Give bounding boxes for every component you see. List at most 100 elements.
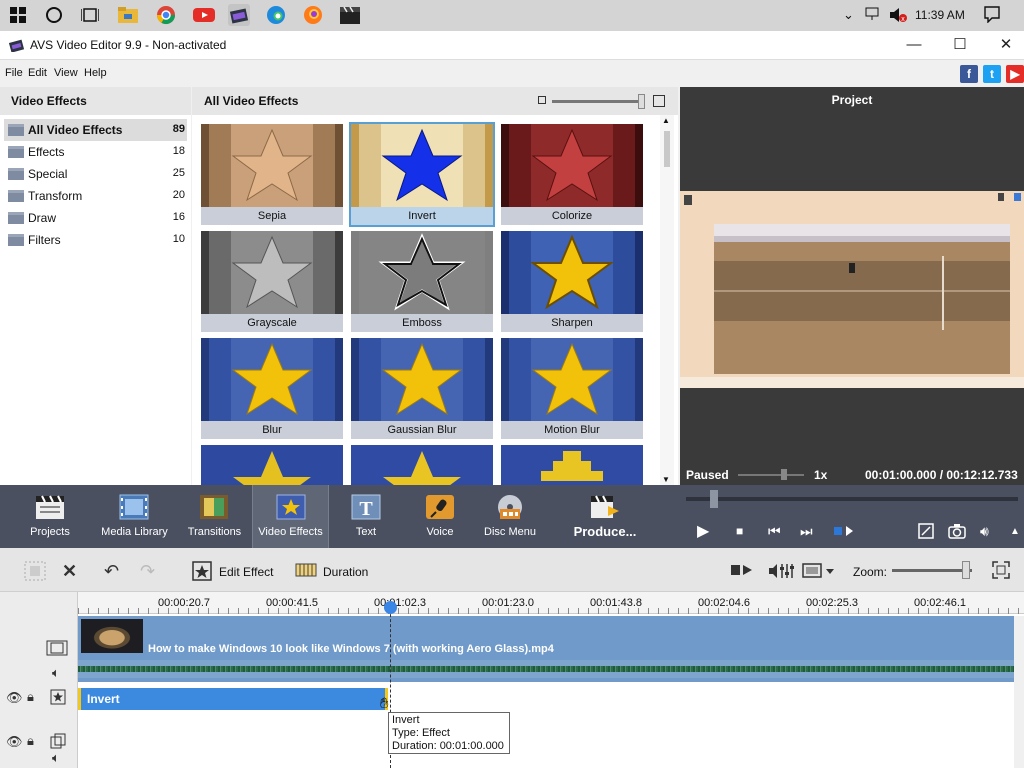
effects-grid-scroll-thumb[interactable]: [664, 131, 670, 167]
text-button[interactable]: T Text: [331, 485, 401, 548]
fullscreen-icon[interactable]: [918, 523, 934, 542]
menu-view[interactable]: View: [54, 67, 78, 79]
category-transform[interactable]: Transform 20: [4, 185, 187, 207]
playhead-handle[interactable]: [384, 601, 397, 614]
redo-icon[interactable]: ↷: [140, 561, 155, 582]
timeline-scrollbar[interactable]: [1014, 616, 1024, 768]
youtube-icon[interactable]: [193, 4, 215, 26]
edge-icon[interactable]: [265, 4, 287, 26]
effect-tile-mosaic[interactable]: [501, 445, 643, 485]
effects-grid-scrollbar[interactable]: ▲ ▼: [660, 115, 674, 485]
aspect-ratio-dropdown-icon[interactable]: [802, 561, 836, 586]
effect-tile-motion-blur[interactable]: Motion Blur: [501, 338, 643, 439]
effect-tile-emboss[interactable]: Emboss: [351, 231, 493, 332]
menu-help[interactable]: Help: [84, 67, 107, 79]
play-icon[interactable]: ▶: [697, 521, 709, 541]
effect-track-visibility-eye-icon[interactable]: 👁︎: [6, 690, 23, 706]
menu-file[interactable]: File: [5, 67, 23, 79]
split-mode-icon[interactable]: [834, 525, 854, 540]
firefox-icon[interactable]: [302, 4, 324, 26]
category-effects[interactable]: Effects 18: [4, 141, 187, 163]
ruler-time-label: 00:00:20.7: [158, 597, 210, 609]
overlay-audio-speaker-icon[interactable]: 🔈︎: [52, 750, 60, 766]
projects-button[interactable]: Projects: [0, 485, 100, 548]
preview-speed-slider[interactable]: [738, 474, 804, 476]
minimize-button[interactable]: —: [899, 35, 929, 55]
stop-icon[interactable]: ■: [736, 524, 743, 538]
next-frame-icon[interactable]: ⏭: [800, 523, 813, 540]
projects-label: Projects: [30, 526, 70, 538]
chrome-icon[interactable]: [155, 4, 177, 26]
effect-tile-blur[interactable]: Blur: [201, 338, 343, 439]
thumbnail-size-slider[interactable]: [552, 100, 644, 103]
notifications-icon[interactable]: [983, 5, 1001, 26]
small-thumbnails-icon[interactable]: [538, 96, 546, 104]
facebook-icon[interactable]: f: [960, 65, 978, 83]
large-thumbnails-icon[interactable]: [653, 95, 665, 107]
split-clip-icon[interactable]: [730, 561, 754, 584]
taskbar-clock[interactable]: 11:39 AM: [915, 8, 965, 22]
snapshot-camera-icon[interactable]: [948, 523, 966, 542]
overlay-track-visibility-eye-icon[interactable]: 👁︎: [6, 734, 23, 750]
scroll-down-icon[interactable]: ▼: [662, 475, 670, 484]
show-hidden-icons-chevron-icon[interactable]: ⌄: [843, 7, 854, 23]
task-view-icon[interactable]: [79, 4, 101, 26]
effect-tile-invert[interactable]: Invert: [349, 122, 495, 227]
thumbnail-size-slider-thumb[interactable]: [638, 94, 645, 109]
effect-tile-diffuse[interactable]: [351, 445, 493, 485]
effect-tile-gaussian-blur[interactable]: Gaussian Blur: [351, 338, 493, 439]
category-all-video-effects[interactable]: All Video Effects 89: [4, 119, 187, 141]
network-icon[interactable]: [865, 7, 881, 24]
audio-mixer-icon[interactable]: [768, 561, 794, 586]
maximize-button[interactable]: ☐: [945, 35, 975, 55]
scroll-up-icon[interactable]: ▲: [662, 116, 670, 125]
produce-button[interactable]: Produce...: [565, 485, 645, 548]
previous-frame-icon[interactable]: ⏮: [768, 523, 781, 540]
windows-start-icon[interactable]: [7, 4, 29, 26]
seek-bar[interactable]: [686, 497, 1018, 501]
menu-edit[interactable]: Edit: [28, 67, 47, 79]
effect-tile-sharpen[interactable]: Sharpen: [501, 231, 643, 332]
preview-speed-slider-thumb[interactable]: [781, 469, 787, 480]
edit-effect-icon[interactable]: [192, 561, 212, 586]
undo-icon[interactable]: ↶: [104, 561, 119, 582]
video-effects-button[interactable]: Video Effects: [252, 485, 329, 548]
twitter-icon[interactable]: t: [983, 65, 1001, 83]
voice-button[interactable]: Voice: [405, 485, 475, 548]
effect-tile-grayscale[interactable]: Grayscale: [201, 231, 343, 332]
avs-video-editor-icon[interactable]: [228, 4, 250, 26]
audio-speaker-icon[interactable]: 🔈︎: [52, 665, 60, 681]
invert-star-thumbnail: [351, 124, 493, 207]
disc-menu-button[interactable]: Disc Menu: [475, 485, 545, 548]
overlay-track-lock-icon[interactable]: 🔒︎: [27, 733, 34, 749]
category-special[interactable]: Special 25: [4, 163, 187, 185]
youtube-social-icon[interactable]: ▶: [1006, 65, 1024, 83]
transitions-button[interactable]: Transitions: [177, 485, 252, 548]
volume-muted-icon[interactable]: x: [889, 7, 907, 26]
effect-tile-noise[interactable]: [201, 445, 343, 485]
timeline-ruler[interactable]: 00:00:20.7 00:00:41.5 00:01:02.3 00:01:2…: [78, 592, 1024, 614]
seek-bar-thumb[interactable]: [710, 490, 718, 508]
edit-effect-button[interactable]: Edit Effect: [219, 565, 273, 579]
zoom-slider-thumb[interactable]: [962, 561, 970, 579]
volume-expand-icon[interactable]: ▲: [1010, 526, 1020, 537]
file-explorer-icon[interactable]: [117, 4, 139, 26]
effect-track-lock-icon[interactable]: 🔒︎: [27, 689, 34, 705]
duration-icon[interactable]: [295, 561, 317, 584]
close-button[interactable]: ✕: [991, 35, 1021, 55]
zoom-to-fit-icon[interactable]: [992, 561, 1010, 584]
volume-icon[interactable]: 🔊︎: [980, 523, 989, 540]
effect-tile-colorize[interactable]: Colorize: [501, 124, 643, 225]
cortana-circle-icon[interactable]: [43, 4, 65, 26]
video-clip[interactable]: How to make Windows 10 look like Windows…: [78, 616, 1014, 682]
duration-button[interactable]: Duration: [323, 565, 368, 579]
category-filters[interactable]: Filters 10: [4, 229, 187, 251]
zoom-slider[interactable]: [892, 569, 972, 572]
clapperboard-icon[interactable]: [339, 4, 361, 26]
effect-tile-sepia[interactable]: Sepia: [201, 124, 343, 225]
media-library-button[interactable]: Media Library: [97, 485, 172, 548]
effect-clip-invert[interactable]: Invert: [78, 688, 388, 710]
timeline-storyboard-icon[interactable]: [24, 561, 46, 586]
delete-x-icon[interactable]: ✕: [62, 561, 77, 582]
category-draw[interactable]: Draw 16: [4, 207, 187, 229]
